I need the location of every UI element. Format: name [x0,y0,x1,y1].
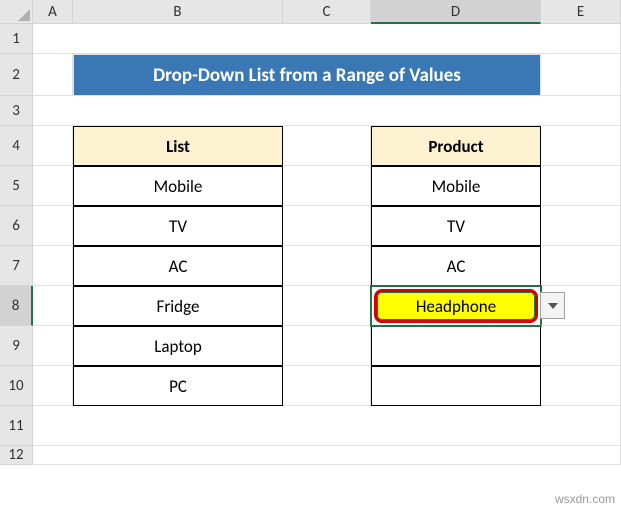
cell[interactable] [33,366,73,406]
cell[interactable] [33,286,73,326]
cell[interactable] [283,166,371,206]
list-item[interactable]: Laptop [73,326,283,366]
list-item[interactable]: AC [73,246,283,286]
row-header-5[interactable]: 5 [0,166,33,206]
col-header-C[interactable]: C [283,0,371,24]
cell[interactable] [541,326,621,366]
col-header-A[interactable]: A [33,0,73,24]
cell[interactable] [33,54,73,96]
row-header-8[interactable]: 8 [0,286,33,326]
product-header[interactable]: Product [371,126,541,166]
product-item-active[interactable]: Headphone [371,286,541,326]
row-header-9[interactable]: 9 [0,326,33,366]
watermark: wsxdn.com [555,492,615,506]
active-cell-highlight: Headphone [374,289,538,323]
spreadsheet-grid: A B C D E 1 2 Drop-Down List from a Rang… [0,0,621,465]
list-item[interactable]: Fridge [73,286,283,326]
cell[interactable] [33,206,73,246]
product-item[interactable]: Mobile [371,166,541,206]
cell[interactable] [541,286,621,326]
cell[interactable] [33,246,73,286]
row-header-7[interactable]: 7 [0,246,33,286]
row-header-2[interactable]: 2 [0,54,33,96]
cell[interactable] [541,366,621,406]
row-header-6[interactable]: 6 [0,206,33,246]
row-header-10[interactable]: 10 [0,366,33,406]
cell[interactable] [33,326,73,366]
cell[interactable] [283,326,371,366]
chevron-down-icon [548,303,558,309]
list-item[interactable]: PC [73,366,283,406]
product-item[interactable]: TV [371,206,541,246]
cell[interactable] [541,126,621,166]
product-item[interactable] [371,326,541,366]
dropdown-button[interactable] [540,292,565,319]
cell[interactable] [33,166,73,206]
row-header-4[interactable]: 4 [0,126,33,166]
product-item[interactable] [371,366,541,406]
select-all-corner[interactable] [0,0,33,24]
cell[interactable] [283,126,371,166]
cell[interactable] [283,246,371,286]
active-cell-value: Headphone [416,296,496,317]
title-banner: Drop-Down List from a Range of Values [73,54,541,96]
cell[interactable] [33,24,621,54]
cell[interactable] [283,286,371,326]
col-header-D[interactable]: D [371,0,541,24]
cell[interactable] [283,366,371,406]
product-item[interactable]: AC [371,246,541,286]
list-item[interactable]: TV [73,206,283,246]
cell[interactable] [33,96,621,126]
cell[interactable] [541,166,621,206]
cell[interactable] [283,206,371,246]
col-header-E[interactable]: E [541,0,621,24]
cell[interactable] [33,126,73,166]
row-header-1[interactable]: 1 [0,24,33,54]
cell[interactable] [541,206,621,246]
cell[interactable] [33,446,621,465]
list-item[interactable]: Mobile [73,166,283,206]
cell[interactable] [541,54,621,96]
cell[interactable] [541,246,621,286]
cell[interactable] [33,406,621,446]
row-header-12[interactable]: 12 [0,446,33,465]
list-header[interactable]: List [73,126,283,166]
col-header-B[interactable]: B [73,0,283,24]
row-header-11[interactable]: 11 [0,406,33,446]
row-header-3[interactable]: 3 [0,96,33,126]
